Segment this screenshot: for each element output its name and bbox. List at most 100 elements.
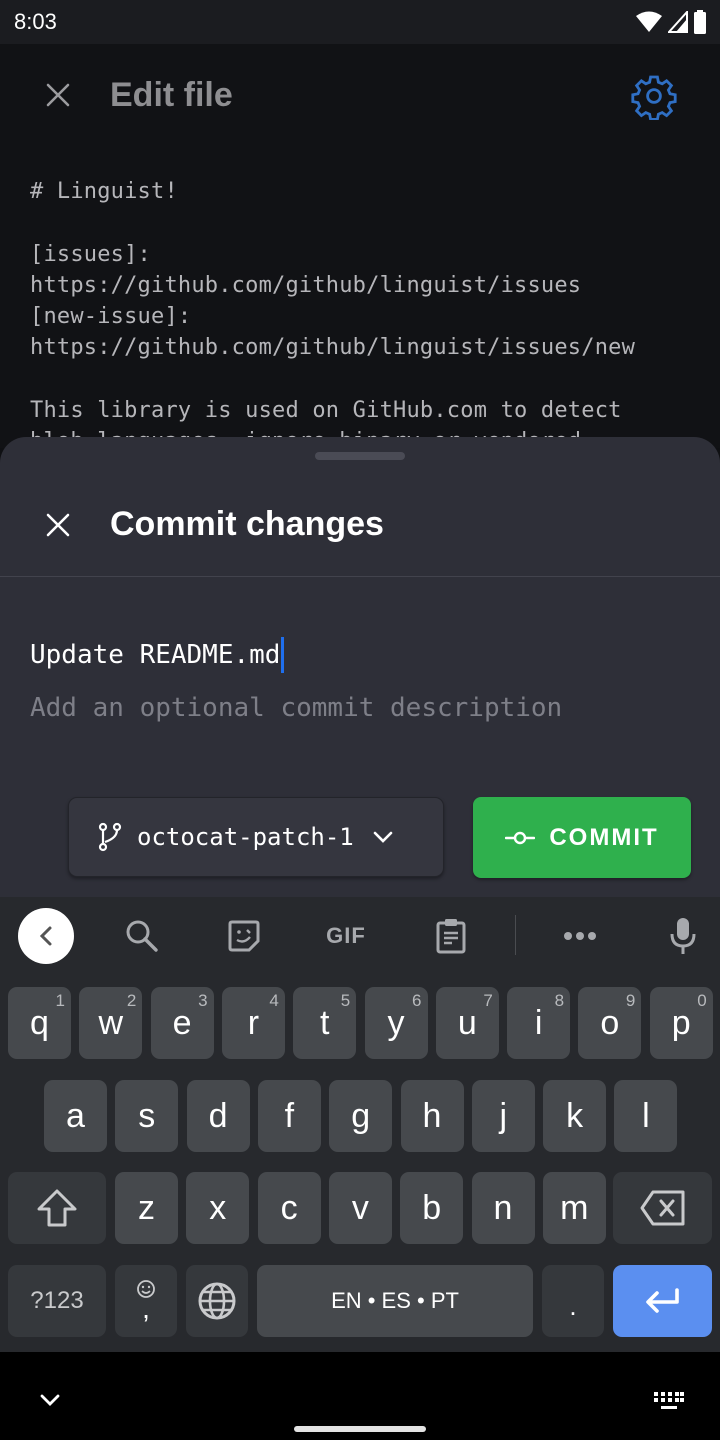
key-a[interactable]: a — [44, 1080, 107, 1152]
key-label: r — [247, 1003, 260, 1042]
key-n[interactable]: n — [471, 1172, 535, 1244]
key-u[interactable]: 7u — [435, 987, 499, 1059]
commit-description-input[interactable]: Add an optional commit description — [30, 693, 562, 723]
key-c[interactable]: c — [257, 1172, 321, 1244]
enter-key[interactable] — [613, 1265, 712, 1337]
key-v[interactable]: v — [328, 1172, 392, 1244]
key-label: f — [284, 1096, 295, 1135]
globe-icon — [198, 1282, 236, 1320]
keyboard-toolbar: GIF — [0, 897, 720, 975]
branch-name: octocat-patch-1 — [137, 823, 354, 851]
sheet-title: Commit changes — [110, 505, 384, 543]
key-label: x — [209, 1188, 227, 1227]
key-label: o — [600, 1003, 620, 1042]
key-hint: 2 — [126, 991, 137, 1010]
key-label: j — [499, 1096, 508, 1135]
key-o[interactable]: 9o — [578, 987, 642, 1059]
period-key[interactable]: . — [542, 1265, 604, 1337]
key-e[interactable]: 3e — [150, 987, 214, 1059]
clipboard-icon — [436, 919, 466, 954]
home-gesture-pill[interactable] — [294, 1426, 426, 1432]
chevron-left-icon — [39, 926, 52, 946]
divider — [0, 576, 720, 577]
key-i[interactable]: 8i — [507, 987, 571, 1059]
key-x[interactable]: x — [186, 1172, 250, 1244]
search-icon — [126, 920, 158, 952]
key-w[interactable]: 2w — [79, 987, 143, 1059]
more-horizontal-icon — [564, 932, 596, 940]
status-icons — [636, 10, 706, 34]
key-q[interactable]: 1q — [8, 987, 71, 1059]
symbols-key-label: ?123 — [30, 1287, 84, 1314]
keyboard-sticker-button[interactable] — [216, 908, 272, 964]
key-label: w — [98, 1003, 124, 1042]
key-label: z — [138, 1188, 155, 1227]
enter-icon — [645, 1288, 679, 1313]
key-hint: 3 — [198, 991, 208, 1010]
key-k[interactable]: k — [543, 1080, 607, 1152]
key-label: h — [422, 1096, 442, 1135]
chevron-down-icon[interactable] — [38, 1392, 62, 1408]
commit-button[interactable]: COMMIT — [473, 797, 691, 878]
battery-icon — [694, 10, 706, 34]
navigation-bar — [0, 1352, 720, 1440]
key-label: i — [534, 1003, 543, 1042]
key-h[interactable]: h — [400, 1080, 464, 1152]
file-editor[interactable]: # Linguist! [issues]: https://github.com… — [0, 148, 720, 448]
commit-button-label: COMMIT — [549, 823, 659, 851]
backspace-key[interactable] — [613, 1172, 712, 1244]
language-key[interactable] — [186, 1265, 248, 1337]
period-key-label: . — [569, 1290, 577, 1321]
key-d[interactable]: d — [186, 1080, 250, 1152]
text-cursor — [281, 637, 285, 673]
key-label: q — [30, 1003, 49, 1042]
key-f[interactable]: f — [257, 1080, 321, 1152]
key-y[interactable]: 6y — [364, 987, 428, 1059]
key-hint: 8 — [554, 991, 565, 1010]
key-t[interactable]: 5t — [293, 987, 357, 1059]
keyboard-back-button[interactable] — [18, 908, 74, 964]
key-z[interactable]: z — [115, 1172, 178, 1244]
key-s[interactable]: s — [115, 1080, 179, 1152]
key-hint: 4 — [269, 991, 279, 1010]
keyboard-icon[interactable] — [654, 1392, 684, 1412]
shift-key[interactable] — [8, 1172, 106, 1244]
git-commit-icon — [505, 831, 536, 844]
symbols-key[interactable]: ?123 — [8, 1265, 106, 1337]
toolbar-separator — [515, 915, 516, 955]
cell-signal-icon — [668, 11, 688, 33]
key-label: c — [280, 1188, 298, 1227]
keyboard-search-button[interactable] — [114, 908, 170, 964]
key-l[interactable]: l — [614, 1080, 678, 1152]
file-content[interactable]: # Linguist! [issues]: https://github.com… — [30, 176, 690, 448]
space-key[interactable]: EN • ES • PT — [257, 1265, 533, 1337]
space-key-label: EN • ES • PT — [331, 1288, 459, 1313]
branch-selector-button[interactable]: octocat-patch-1 — [68, 797, 444, 877]
shift-icon — [37, 1189, 77, 1227]
commit-message-input[interactable]: Update README.md — [30, 637, 285, 673]
key-p[interactable]: 0p — [649, 987, 713, 1059]
page-title: Edit file — [110, 76, 233, 114]
key-m[interactable]: m — [542, 1172, 606, 1244]
keyboard-more-button[interactable] — [552, 908, 608, 964]
status-time: 8:03 — [14, 9, 57, 34]
key-r[interactable]: 4r — [221, 987, 285, 1059]
gear-icon[interactable] — [630, 72, 678, 120]
keyboard-gif-button[interactable]: GIF — [318, 908, 374, 964]
key-hint: 0 — [697, 991, 707, 1010]
drag-handle[interactable] — [315, 452, 405, 460]
key-b[interactable]: b — [400, 1172, 464, 1244]
close-icon[interactable] — [40, 77, 76, 113]
sticker-icon — [228, 920, 260, 952]
keyboard-voice-button[interactable] — [655, 908, 711, 964]
key-g[interactable]: g — [329, 1080, 393, 1152]
key-label: n — [493, 1188, 513, 1227]
keyboard-clipboard-button[interactable] — [423, 908, 479, 964]
key-j[interactable]: j — [471, 1080, 535, 1152]
key-label: e — [172, 1003, 192, 1042]
comma-key[interactable]: , — [115, 1265, 177, 1337]
close-icon[interactable] — [40, 507, 76, 543]
comma-key-label: , — [142, 1293, 150, 1324]
key-label: d — [208, 1096, 228, 1135]
on-screen-keyboard: GIF 1q2w3e4r5t6y7u8i9o0p asdfghjkl zxcvb… — [0, 897, 720, 1352]
